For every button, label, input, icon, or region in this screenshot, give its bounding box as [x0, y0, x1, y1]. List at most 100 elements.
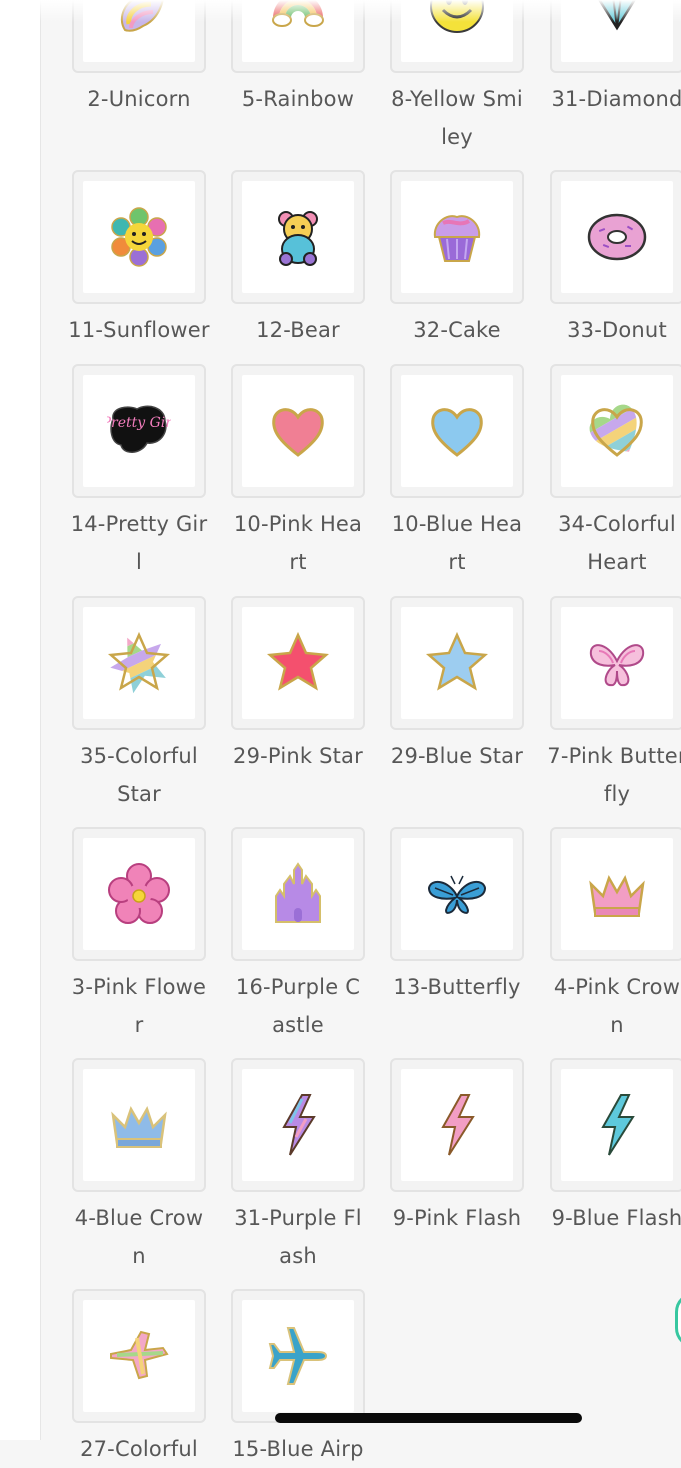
- home-indicator: [275, 1413, 582, 1423]
- product-label-line: 34-Colorful: [558, 512, 676, 536]
- product-image: [242, 0, 354, 62]
- product-label-line: n: [610, 1013, 624, 1037]
- product-label-line: 31-Diamond: [551, 87, 681, 111]
- product-label-line: 10-Blue Hea: [391, 512, 523, 536]
- product-image-card[interactable]: [390, 596, 524, 730]
- blue-flash-patch-icon: [601, 1094, 635, 1156]
- product-image: [242, 375, 354, 487]
- product-label-line: Heart: [587, 550, 647, 574]
- product-label[interactable]: 3-Pink Flowe r: [63, 968, 215, 1044]
- product-label[interactable]: 10-Pink Hea rt: [222, 505, 374, 581]
- product-label[interactable]: 4-Blue Crow n: [63, 1199, 215, 1275]
- product-image-card[interactable]: [231, 0, 365, 73]
- product-label-line: 13-Butterfly: [393, 975, 521, 999]
- product-image-card[interactable]: [550, 1058, 681, 1192]
- product-image: [561, 1069, 673, 1181]
- product-image-card[interactable]: [72, 827, 206, 961]
- product-image: Pretty Girl: [83, 375, 195, 487]
- product-image-card[interactable]: [72, 170, 206, 304]
- product-label[interactable]: 5-Rainbow: [222, 80, 374, 118]
- product-image-card[interactable]: [550, 827, 681, 961]
- product-label[interactable]: 9-Pink Flash: [381, 1199, 533, 1237]
- product-label[interactable]: 33-Donut: [541, 311, 681, 349]
- product-label[interactable]: 10-Blue Hea rt: [381, 505, 533, 581]
- product-image: [83, 607, 195, 719]
- product-image-card[interactable]: [72, 596, 206, 730]
- product-label-line: 31-Purple Fl: [234, 1206, 362, 1230]
- product-label-line: 35-Colorful: [80, 744, 198, 768]
- product-image-card[interactable]: [231, 596, 365, 730]
- product-label[interactable]: 29-Blue Star: [381, 737, 533, 775]
- product-label[interactable]: 34-Colorful Heart: [541, 505, 681, 581]
- product-label-line: 10-Pink Hea: [233, 512, 363, 536]
- colorful-heart-patch-icon: [585, 400, 649, 463]
- product-image: [401, 1069, 513, 1181]
- product-label[interactable]: 12-Bear: [222, 311, 374, 349]
- product-image-card[interactable]: [231, 170, 365, 304]
- product-label[interactable]: 4-Pink Crow n: [541, 968, 681, 1044]
- product-image-card[interactable]: [390, 827, 524, 961]
- product-label[interactable]: 29-Pink Star: [222, 737, 374, 775]
- colorful-star-patch-icon: [107, 631, 171, 695]
- product-image: [401, 0, 513, 62]
- product-label-line: ley: [441, 125, 473, 149]
- product-label-line: 8-Yellow Smi: [391, 87, 523, 111]
- blue-star-patch-icon: [425, 631, 489, 691]
- product-image-card[interactable]: [390, 1058, 524, 1192]
- product-label[interactable]: 2-Unicorn: [63, 80, 215, 118]
- product-image: [242, 607, 354, 719]
- product-image-card[interactable]: [550, 596, 681, 730]
- product-label-line: l: [135, 550, 143, 574]
- product-label[interactable]: 11-Sunflower: [63, 311, 215, 349]
- product-grid: 2-Unicorn 5-Rainbow 8-Yellow Smi ley 31-Diam…: [0, 0, 681, 1461]
- pretty-girl-patch-icon: Pretty Girl: [107, 405, 171, 453]
- product-label[interactable]: 16-Purple C astle: [222, 968, 374, 1044]
- colorful-airplane-patch-icon: [110, 1330, 169, 1380]
- product-label-line: 33-Donut: [567, 318, 667, 342]
- blue-airplane-patch-icon: [268, 1327, 328, 1385]
- product-label[interactable]: 31-Purple Fl ash: [222, 1199, 374, 1275]
- pretty-girl-text: Pretty Girl: [107, 415, 171, 431]
- cupcake-patch-icon: [433, 215, 481, 262]
- product-image-card[interactable]: [550, 364, 681, 498]
- product-label[interactable]: 27-Colorful: [63, 1430, 215, 1468]
- product-image-card[interactable]: [390, 0, 524, 73]
- product-image: [401, 375, 513, 487]
- product-image: [561, 181, 673, 293]
- product-label[interactable]: 8-Yellow Smi ley: [381, 80, 533, 156]
- product-image-card[interactable]: [231, 1058, 365, 1192]
- product-image: [401, 181, 513, 293]
- product-label-line: 9-Blue Flash: [551, 1206, 681, 1230]
- product-image-card[interactable]: [72, 1289, 206, 1423]
- product-image-card[interactable]: [72, 0, 206, 73]
- product-image-card[interactable]: [550, 170, 681, 304]
- product-image-card[interactable]: [231, 364, 365, 498]
- product-image-card[interactable]: [390, 364, 524, 498]
- product-label[interactable]: 13-Butterfly: [381, 968, 533, 1006]
- pink-crown-patch-icon: [589, 874, 645, 917]
- product-label[interactable]: 14-Pretty Gir l: [63, 505, 215, 581]
- pink-flower-patch-icon: [108, 863, 170, 924]
- product-image-card[interactable]: Pretty Girl: [72, 364, 206, 498]
- pink-flash-patch-icon: [441, 1094, 475, 1156]
- bear-patch-icon: [278, 211, 318, 266]
- product-image: [561, 375, 673, 487]
- product-label-line: 12-Bear: [256, 318, 340, 342]
- product-label[interactable]: 15-Blue Airp: [222, 1430, 374, 1468]
- product-label[interactable]: 31-Diamond: [541, 80, 681, 118]
- product-label[interactable]: 7-Pink Butter fly: [541, 737, 681, 813]
- product-image: [561, 0, 673, 62]
- product-label-line: rt: [289, 550, 307, 574]
- product-image-card[interactable]: [550, 0, 681, 73]
- rainbow-patch-icon: [272, 0, 324, 27]
- pink-butterfly-patch-icon: [589, 644, 645, 687]
- product-image-card[interactable]: [231, 827, 365, 961]
- purple-flash-patch-icon: [282, 1094, 316, 1156]
- product-image-card[interactable]: [231, 1289, 365, 1423]
- product-label[interactable]: 35-Colorful Star: [63, 737, 215, 813]
- product-label[interactable]: 32-Cake: [381, 311, 533, 349]
- product-image-card[interactable]: [390, 170, 524, 304]
- product-label[interactable]: 9-Blue Flash: [541, 1199, 681, 1237]
- product-label-line: 5-Rainbow: [241, 87, 355, 111]
- product-image-card[interactable]: [72, 1058, 206, 1192]
